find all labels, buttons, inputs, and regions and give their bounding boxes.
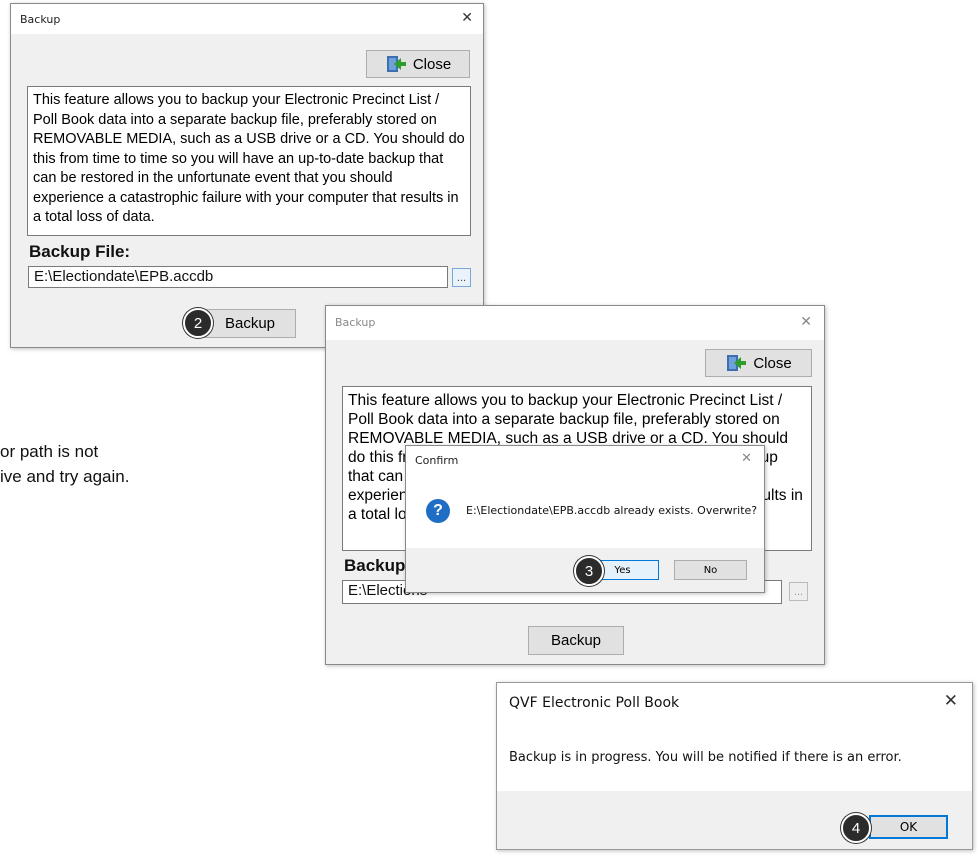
ok-button-label: OK — [899, 820, 918, 834]
backup-dialog-titlebar: Backup ✕ — [11, 4, 483, 34]
backup-button-label: Backup — [224, 315, 276, 332]
info-dialog: QVF Electronic Poll Book ✕ Backup is in … — [496, 682, 973, 850]
step-3-badge: 3 — [574, 556, 604, 586]
ok-button[interactable]: OK — [869, 815, 948, 839]
backup-dialog-2-titlebar: Backup ✕ — [326, 306, 824, 340]
confirm-message: E:\Electiondate\EPB.accdb already exists… — [466, 504, 758, 517]
close-icon[interactable]: ✕ — [461, 10, 473, 26]
info-message: Backup is in progress. You will be notif… — [509, 750, 902, 765]
backup-button-2-label: Backup — [550, 632, 602, 649]
backup-button-2[interactable]: Backup — [528, 626, 624, 655]
close-button[interactable]: Close — [366, 50, 470, 78]
background-text-line-2: ive and try again. — [0, 467, 130, 486]
browse-button[interactable]: ... — [452, 268, 471, 287]
browse-button-2[interactable]: ... — [789, 582, 808, 601]
question-icon: ? — [426, 499, 450, 523]
backup-dialog-2-title: Backup — [335, 316, 376, 329]
confirm-dialog-title: Confirm — [415, 454, 459, 467]
step-2-badge: 2 — [183, 308, 213, 338]
close-button-label: Close — [412, 55, 452, 73]
backup-file-label: Backup File: — [29, 242, 131, 261]
close-icon[interactable]: ✕ — [741, 451, 752, 466]
step-4-badge: 4 — [841, 813, 871, 843]
confirm-dialog: Confirm ✕ ? E:\Electiondate\EPB.accdb al… — [405, 445, 765, 593]
close-button-2[interactable]: Close — [705, 349, 812, 377]
backup-file-label-2: Backup — [344, 556, 406, 575]
info-dialog-title: QVF Electronic Poll Book — [509, 695, 680, 711]
no-button[interactable]: No — [674, 560, 747, 580]
exit-door-icon — [386, 56, 406, 72]
background-text-line-1: or path is not — [0, 442, 99, 461]
backup-button[interactable]: Backup — [204, 309, 296, 338]
backup-file-input[interactable]: E:\Electiondate\EPB.accdb — [28, 266, 448, 288]
backup-dialog: Backup ✕ Close This feature allows you t… — [10, 3, 484, 348]
exit-door-icon — [727, 355, 747, 371]
backup-dialog-title: Backup — [20, 13, 61, 26]
yes-button-label: Yes — [614, 564, 631, 576]
close-icon[interactable]: ✕ — [800, 314, 812, 330]
close-button-2-label: Close — [753, 354, 792, 372]
no-button-label: No — [703, 564, 718, 576]
close-icon[interactable]: ✕ — [944, 691, 958, 711]
description-text: This feature allows you to backup your E… — [27, 86, 471, 236]
